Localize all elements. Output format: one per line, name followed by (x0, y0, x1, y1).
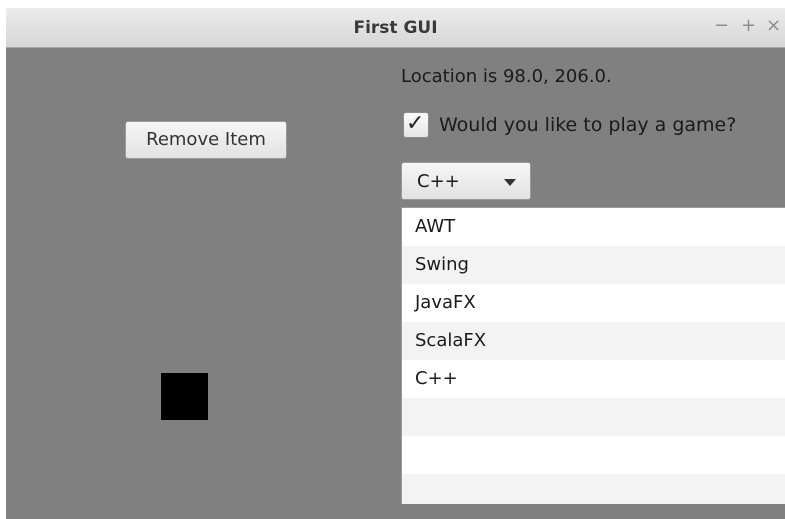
empty-list-row (402, 474, 785, 504)
window-title: First GUI (353, 18, 438, 38)
close-icon[interactable]: × (766, 16, 781, 36)
title-bar[interactable]: First GUI − + × (6, 8, 785, 48)
list-item[interactable]: ScalaFX (402, 322, 785, 360)
checkmark-icon: ✓ (406, 111, 425, 136)
minimize-icon[interactable]: − (714, 16, 729, 36)
language-combo-box[interactable]: C++ (401, 162, 531, 200)
chevron-down-icon (504, 179, 516, 186)
location-label: Location is 98.0, 206.0. (401, 66, 612, 87)
list-item[interactable]: AWT (402, 208, 785, 246)
maximize-icon[interactable]: + (741, 16, 756, 36)
app-window: First GUI − + × Remove Item Location is … (6, 8, 785, 519)
list-item[interactable]: JavaFX (402, 284, 785, 322)
list-item[interactable]: C++ (402, 360, 785, 398)
remove-item-button[interactable]: Remove Item (125, 121, 287, 159)
items-list[interactable]: AWT Swing JavaFX ScalaFX C++ (401, 207, 785, 504)
list-item[interactable]: Swing (402, 246, 785, 284)
black-square-shape[interactable] (161, 373, 208, 420)
empty-list-row (402, 436, 785, 474)
play-game-checkbox[interactable]: ✓ (403, 111, 429, 138)
empty-list-row (402, 398, 785, 436)
combo-selected-value: C++ (417, 171, 460, 192)
checkbox-label[interactable]: Would you like to play a game? (439, 114, 736, 136)
